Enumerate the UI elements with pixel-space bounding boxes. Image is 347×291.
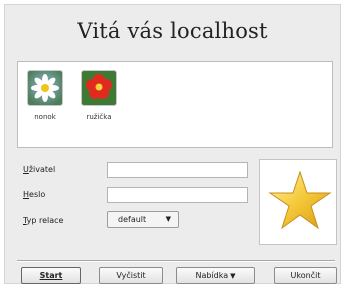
user-item-nonok[interactable]: nonok (24, 70, 66, 121)
dropdown-arrow-icon: ▼ (230, 272, 236, 280)
clear-button[interactable]: Vyčistit (99, 267, 163, 284)
quit-button[interactable]: Ukončit (274, 267, 337, 284)
start-button[interactable]: Start (21, 267, 81, 284)
menu-button[interactable]: Nabídka ▼ (176, 267, 255, 284)
session-type-value: default (118, 215, 147, 224)
user-name: nonok (34, 113, 56, 121)
session-type-label: Typ relace (23, 216, 64, 225)
login-window: Vitá vás localhost nonok ružička Uživate… (4, 4, 341, 284)
welcome-title: Vitá vás localhost (77, 19, 268, 43)
session-type-select[interactable]: default ▼ (107, 211, 179, 228)
star-logo-icon (268, 170, 332, 230)
dropdown-arrow-icon: ▼ (165, 215, 171, 223)
username-label: Uživatel (23, 165, 56, 174)
red-flower-avatar-icon[interactable] (81, 70, 117, 106)
user-item-ruzicka[interactable]: ružička (78, 70, 120, 121)
logo-panel (259, 159, 337, 245)
password-label: Heslo (23, 190, 46, 199)
user-name: ružička (86, 113, 112, 121)
username-field[interactable] (107, 162, 248, 178)
password-field[interactable] (107, 187, 248, 203)
button-separator (17, 260, 335, 262)
user-list: nonok ružička (17, 61, 333, 148)
daisy-avatar-icon[interactable] (27, 70, 63, 106)
